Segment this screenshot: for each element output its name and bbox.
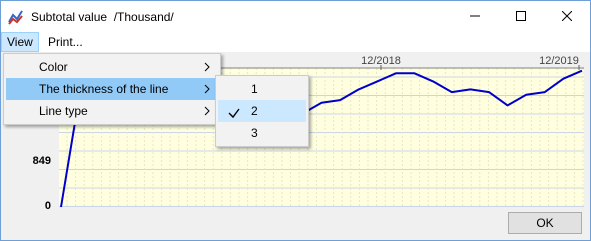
chevron-right-icon [204, 100, 210, 129]
close-button[interactable] [544, 1, 590, 32]
submenu-item-1[interactable]: 1 [218, 78, 306, 100]
app-window: Subtotal value /Thousand/ View Print... [0, 0, 591, 241]
menu-item-label: 2 [251, 104, 258, 118]
ok-button[interactable]: OK [508, 212, 582, 234]
menu-item-label: Line type [39, 104, 88, 118]
menu-item-label: 1 [251, 82, 258, 96]
menu-item-thickness[interactable]: The thickness of the line [6, 78, 218, 100]
x-tick-label: 12/2018 [361, 55, 401, 67]
y-tick-label: 849 [33, 155, 51, 167]
view-dropdown-menu: Color The thickness of the line Line typ… [3, 53, 221, 125]
menu-item-label: The thickness of the line [39, 82, 169, 96]
window-title: Subtotal value /Thousand/ [31, 10, 174, 24]
maximize-icon [516, 10, 526, 24]
chart-app-icon [8, 9, 24, 25]
menu-item-line-type[interactable]: Line type [6, 100, 218, 122]
title-bar: Subtotal value /Thousand/ [1, 1, 590, 32]
submenu-item-3[interactable]: 3 [218, 122, 306, 144]
close-icon [561, 10, 573, 24]
menu-item-label: 3 [251, 126, 258, 140]
x-tick-label: 12/2019 [539, 55, 579, 67]
y-tick-label: 0 [45, 200, 51, 212]
submenu-item-2[interactable]: 2 [218, 100, 306, 122]
menu-print[interactable]: Print... [43, 32, 88, 52]
minimize-button[interactable] [452, 1, 498, 32]
menu-view[interactable]: View [1, 32, 39, 52]
menu-bar: View Print... [1, 32, 590, 52]
minimize-icon [470, 10, 480, 24]
menu-item-label: Color [39, 60, 68, 74]
menu-item-color[interactable]: Color [6, 56, 218, 78]
maximize-button[interactable] [498, 1, 544, 32]
thickness-submenu: 1 2 3 [215, 75, 309, 147]
